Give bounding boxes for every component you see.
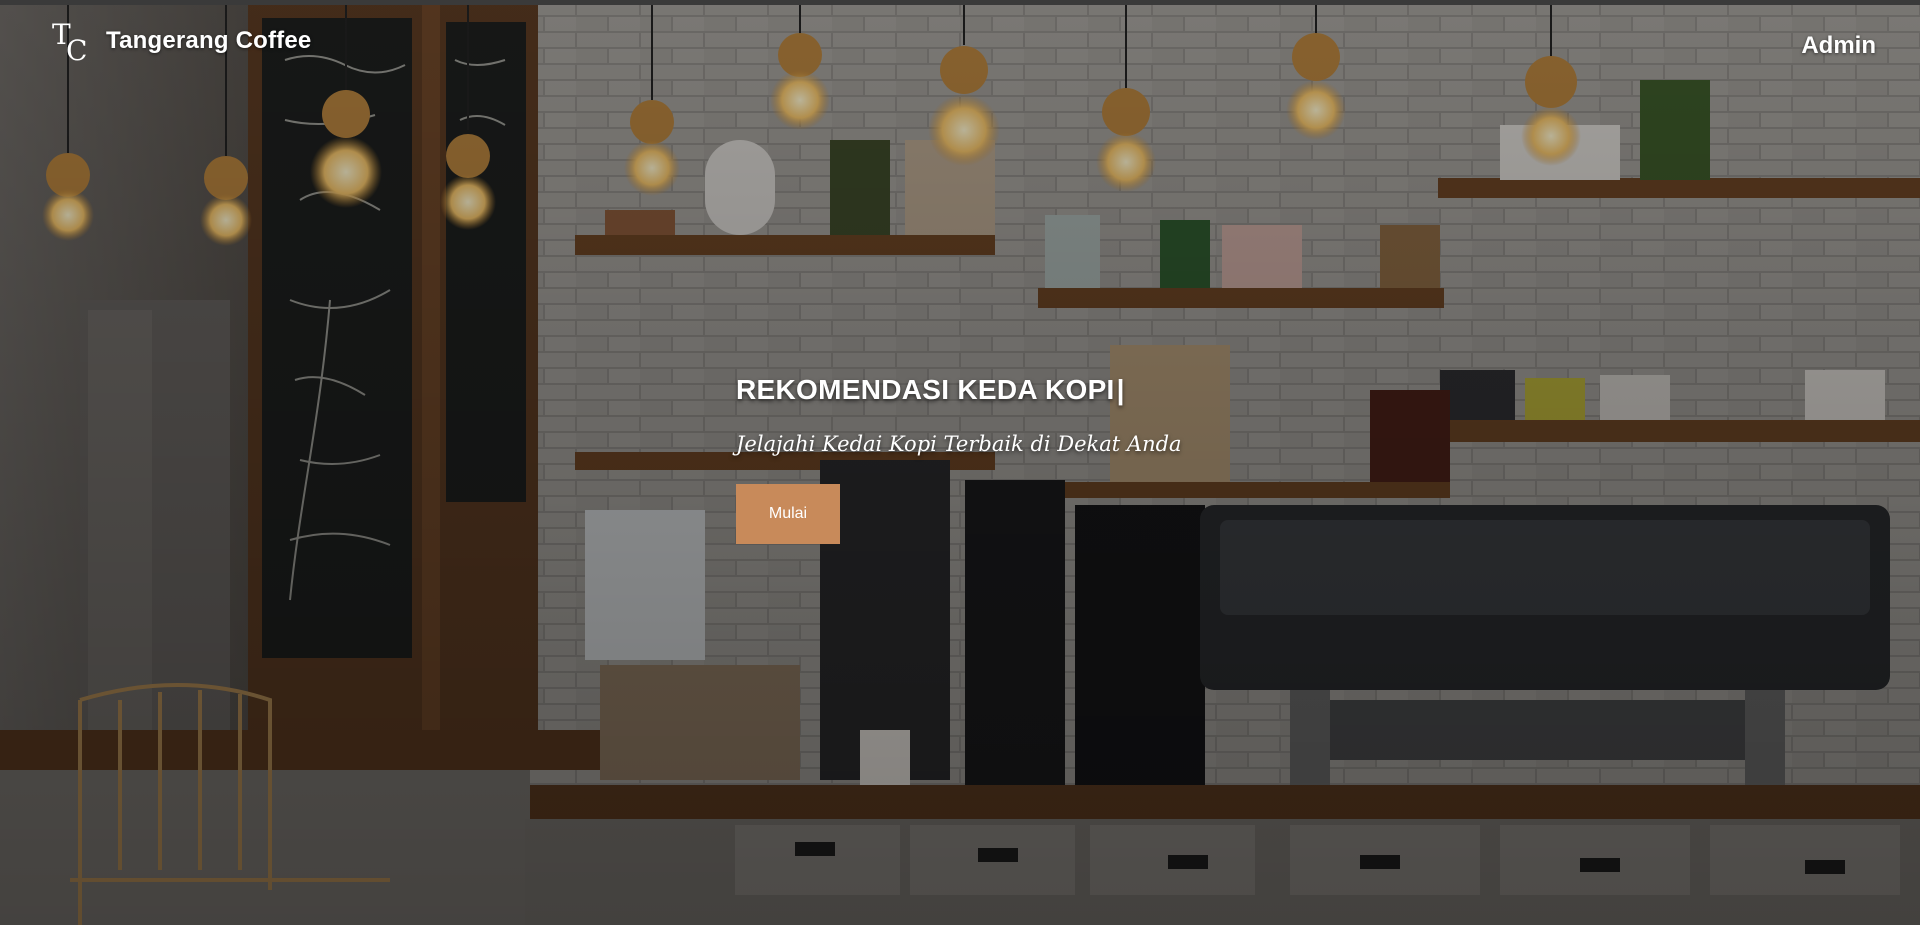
start-button[interactable]: Mulai: [736, 484, 840, 544]
admin-link[interactable]: Admin: [1801, 32, 1876, 60]
brand-name: Tangerang Coffee: [106, 27, 312, 54]
tc-logo-icon: T C: [52, 18, 87, 64]
hero-title-text: REKOMENDASI KEDA KOPI: [736, 374, 1115, 405]
navbar: T C Tangerang Coffee Admin: [0, 0, 1920, 90]
hero-subtitle: Jelajahi Kedai Kopi Terbaik di Dekat And…: [736, 432, 1182, 456]
typing-cursor: |: [1116, 374, 1125, 405]
hero-title: REKOMENDASI KEDA KOPI|: [736, 374, 1256, 406]
hero-section: T C Tangerang Coffee Admin REKOMENDASI K…: [0, 0, 1920, 925]
hero-content: REKOMENDASI KEDA KOPI| Jelajahi Kedai Ko…: [736, 374, 1256, 544]
brand-link[interactable]: T C Tangerang Coffee: [52, 18, 311, 64]
svg-text:C: C: [66, 34, 87, 64]
